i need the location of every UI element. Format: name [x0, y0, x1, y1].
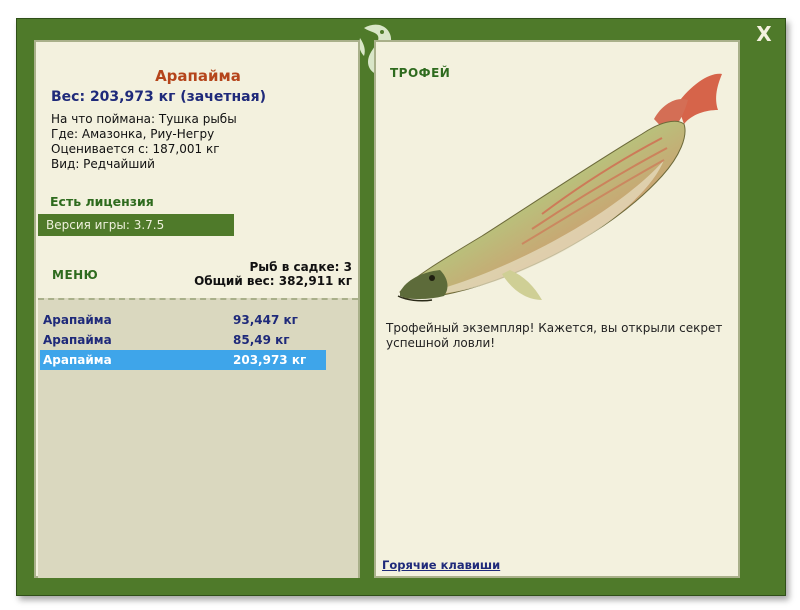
- fish-name: Арапайма: [155, 67, 241, 85]
- keepnet-count: Рыб в садке: 3: [249, 260, 353, 274]
- keepnet-total-weight: Общий вес: 382,911 кг: [194, 274, 352, 288]
- trophy-panel: ТРОФЕЙ Трофейный экземпляр! Кажется, вы: [374, 40, 740, 578]
- catch-list-item[interactable]: Арапайма 85,49 кг: [40, 330, 326, 350]
- rated-from-info: Оценивается с: 187,001 кг: [51, 142, 220, 156]
- catch-item-weight: 85,49 кг: [233, 333, 290, 347]
- catch-item-weight: 203,973 кг: [233, 353, 307, 367]
- menu-button[interactable]: МЕНЮ: [52, 268, 98, 282]
- bait-info: На что поймана: Тушка рыбы: [51, 112, 237, 126]
- hotkeys-link[interactable]: Горячие клавиши: [382, 558, 500, 572]
- close-icon[interactable]: X: [750, 20, 778, 48]
- catch-list-item[interactable]: Арапайма 203,973 кг: [40, 350, 326, 370]
- trophy-description: Трофейный экземпляр! Кажется, вы открыли…: [386, 321, 723, 350]
- license-status: Есть лицензия: [50, 194, 154, 209]
- game-version-bar: Версия игры: 3.7.5: [38, 214, 234, 236]
- catch-item-name: Арапайма: [43, 353, 112, 367]
- arapaima-image: [397, 73, 722, 302]
- rarity-info: Вид: Редчайший: [51, 157, 155, 171]
- location-info: Где: Амазонка, Риу-Негру: [51, 127, 215, 141]
- catch-item-name: Арапайма: [43, 313, 112, 327]
- catch-list-item[interactable]: Арапайма 93,447 кг: [40, 310, 326, 330]
- catch-item-name: Арапайма: [43, 333, 112, 347]
- catch-info-panel: Арапайма Вес: 203,973 кг (зачетная) На ч…: [34, 40, 360, 578]
- catch-list: Арапайма 93,447 кг Арапайма 85,49 кг Ара…: [38, 298, 358, 578]
- fish-weight: Вес: 203,973 кг (зачетная): [51, 89, 266, 105]
- catch-item-weight: 93,447 кг: [233, 313, 298, 327]
